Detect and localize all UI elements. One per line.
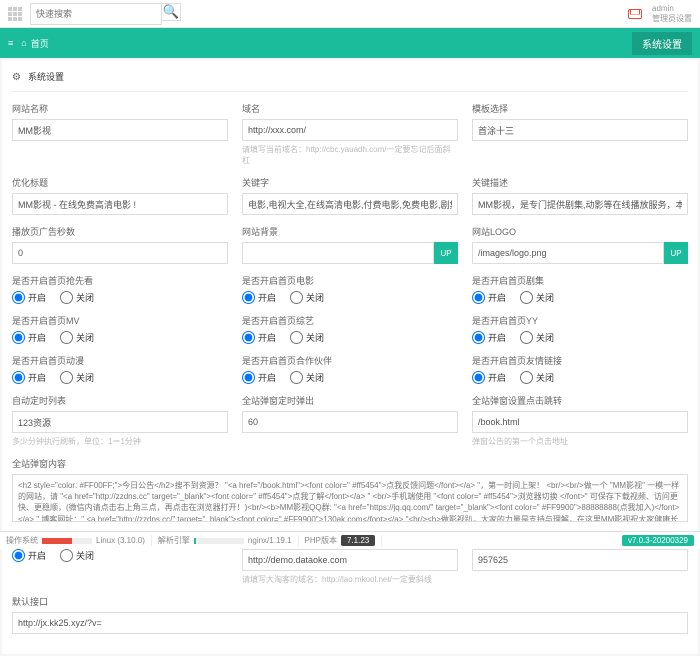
ad-sec-input[interactable]	[12, 242, 228, 264]
bg-upload-button[interactable]: UP	[434, 242, 458, 264]
footer-value: Linux (3.10.0)	[96, 536, 145, 545]
radio-on[interactable]: 开启	[12, 291, 46, 304]
hint: 弹窗公告的第一个点击地址	[472, 436, 688, 447]
mail-icon[interactable]	[628, 9, 642, 19]
desc-input[interactable]	[472, 193, 688, 215]
label: 模板选择	[472, 102, 688, 115]
label: 关键字	[242, 176, 458, 189]
label: 是否开启首页动漫	[12, 354, 228, 367]
label: 自动定时列表	[12, 394, 228, 407]
label: 网站LOGO	[472, 225, 688, 238]
label: 是否开启首页抢先看	[12, 274, 228, 287]
label: 是否开启首页综艺	[242, 314, 458, 327]
radio-on[interactable]: 开启	[242, 371, 276, 384]
radio-on[interactable]: 开启	[242, 291, 276, 304]
radio-on[interactable]: 开启	[12, 331, 46, 344]
radio-off[interactable]: 关闭	[290, 331, 324, 344]
label: 是否开启首页剧集	[472, 274, 688, 287]
api-input[interactable]	[12, 612, 688, 634]
home-icon: ⌂	[21, 38, 26, 48]
hint: 多少分钟执行刷新，单位：1＝1分钟	[12, 436, 228, 447]
label: 是否开启首页YY	[472, 314, 688, 327]
label: 是否开启首页友情链接	[472, 354, 688, 367]
radio-on[interactable]: 开启	[472, 331, 506, 344]
section-title: 系统设置	[28, 70, 64, 83]
version-badge: v7.0.3-20200329	[622, 535, 694, 546]
php-badge: 7.1.23	[341, 535, 375, 546]
hint: 请填写当前域名：http://cbc.yauadh.com/一定要忘记后面斜杠	[242, 144, 458, 166]
hint: 请填写大淘客的域名：http://lao.mkool.net/一定要斜线	[242, 574, 458, 585]
radio-off[interactable]: 关闭	[290, 291, 324, 304]
label: 网站名称	[12, 102, 228, 115]
pop-content-textarea[interactable]: <h2 style="color: #FF00FF;">今日公告</h2>搜不到…	[12, 474, 688, 522]
pop-input[interactable]	[242, 411, 458, 433]
domain-input[interactable]	[242, 119, 458, 141]
search-input[interactable]	[30, 3, 162, 25]
radio-off[interactable]: 关闭	[60, 291, 94, 304]
template-input[interactable]	[472, 119, 688, 141]
footer-label: 解析引擎	[158, 535, 190, 546]
label: 域名	[242, 102, 458, 115]
bg-input[interactable]	[242, 242, 434, 264]
radio-on[interactable]: 开启	[12, 371, 46, 384]
label: 是否开启首页MV	[12, 314, 228, 327]
auto-input[interactable]	[12, 411, 228, 433]
label: 默认接口	[12, 595, 688, 608]
gear-icon	[12, 72, 22, 82]
pop-page-input[interactable]	[472, 411, 688, 433]
radio-on[interactable]: 开启	[472, 371, 506, 384]
dtk-id-input[interactable]	[472, 549, 688, 571]
label: 是否开启首页电影	[242, 274, 458, 287]
radio-on[interactable]: 开启	[12, 549, 46, 562]
label: 优化标题	[12, 176, 228, 189]
footer-label: PHP版本	[305, 535, 337, 546]
footer-value: nginx/1.19.1	[248, 536, 292, 545]
radio-off[interactable]: 关闭	[60, 371, 94, 384]
label: 关键描述	[472, 176, 688, 189]
logo-input[interactable]	[472, 242, 664, 264]
footer-label: 操作系统	[6, 535, 38, 546]
label: 全站弹窗定时弹出	[242, 394, 458, 407]
seo-title-input[interactable]	[12, 193, 228, 215]
apps-icon[interactable]	[8, 7, 22, 21]
breadcrumb-home[interactable]: ⌂ 首页	[21, 37, 48, 50]
label: 全站弹窗内容	[12, 457, 688, 470]
label: 播放页广告秒数	[12, 225, 228, 238]
radio-off[interactable]: 关闭	[520, 371, 554, 384]
radio-off[interactable]: 关闭	[520, 331, 554, 344]
dtk-domain-input[interactable]	[242, 549, 458, 571]
site-name-input[interactable]	[12, 119, 228, 141]
keywords-input[interactable]	[242, 193, 458, 215]
menu-icon[interactable]: ≡	[8, 38, 13, 48]
logo-upload-button[interactable]: UP	[664, 242, 688, 264]
radio-on[interactable]: 开启	[242, 331, 276, 344]
search-icon: 🔍	[163, 4, 180, 20]
label: 是否开启首页合作伙伴	[242, 354, 458, 367]
label: 全站弹窗设置点击跳转	[472, 394, 688, 407]
label: 网站背景	[242, 225, 458, 238]
user-menu[interactable]: admin 管理员设置	[652, 4, 692, 23]
radio-off[interactable]: 关闭	[60, 549, 94, 562]
radio-off[interactable]: 关闭	[290, 371, 324, 384]
radio-off[interactable]: 关闭	[520, 291, 554, 304]
radio-on[interactable]: 开启	[472, 291, 506, 304]
radio-off[interactable]: 关闭	[60, 331, 94, 344]
page-title: 系统设置	[632, 32, 692, 55]
search-button[interactable]: 🔍	[162, 3, 181, 21]
